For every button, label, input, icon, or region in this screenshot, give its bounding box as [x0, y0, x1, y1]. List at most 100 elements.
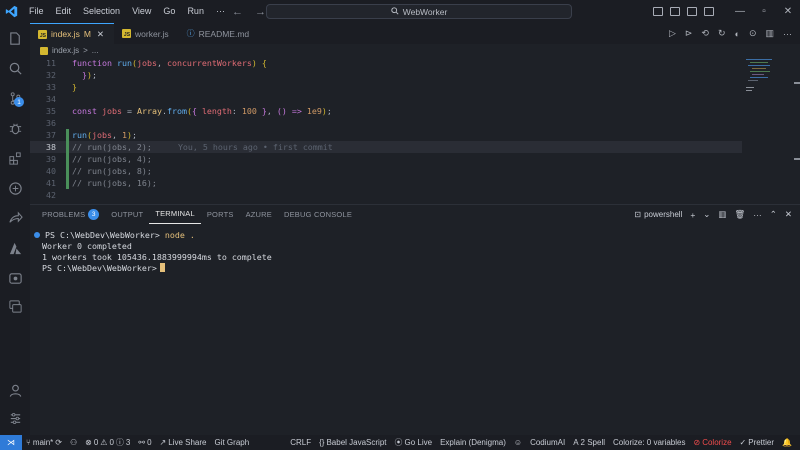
code-text: const jobs = Array.from({ length: 100 },… — [72, 106, 332, 116]
split-terminal-icon[interactable]: ▥ — [718, 209, 726, 220]
terminal-cursor — [159, 263, 165, 272]
tab-terminal[interactable]: TERMINAL — [149, 205, 201, 224]
problems-status[interactable]: ⊗ 0 ⚠ 0 ⓘ 3 — [81, 437, 134, 448]
toggle-panel-icon[interactable] — [670, 7, 680, 16]
go-back-icon[interactable]: ⟲ — [701, 28, 709, 39]
back-arrow-icon[interactable]: ← — [232, 6, 243, 18]
status-bar: ⋊ ⑂ main* ⟳ ⚇ ⊗ 0 ⚠ 0 ⓘ 3 ⚯ 0 ↗ Live Share Gi… — [0, 435, 800, 450]
new-terminal-icon[interactable]: + — [690, 210, 695, 220]
accounts-icon[interactable] — [5, 380, 25, 400]
tab-azure[interactable]: AZURE — [240, 205, 278, 224]
tab-ports[interactable]: PORTS — [201, 205, 240, 224]
azure-icon[interactable] — [5, 238, 25, 258]
maximize-panel-icon[interactable]: ⌃ — [770, 209, 777, 220]
notifications-bell-icon[interactable]: 🔔 — [778, 438, 800, 447]
search-view-icon[interactable] — [5, 58, 25, 78]
terminal-shell-selector[interactable]: ⊡ powershell — [634, 210, 682, 219]
chat-icon[interactable] — [5, 296, 25, 316]
error-icon: ⊗ — [85, 438, 92, 447]
customize-layout-icon[interactable] — [704, 7, 714, 16]
code-line: 36 — [30, 117, 742, 129]
tab-debug-console[interactable]: DEBUG CONSOLE — [278, 205, 358, 224]
go-live-status[interactable]: ⦿ Go Live — [391, 437, 437, 448]
close-panel-icon[interactable]: ✕ — [785, 209, 792, 220]
tab-label: worker.js — [135, 28, 169, 39]
split-editor-icon[interactable]: ▥ — [765, 28, 774, 39]
git-branch[interactable]: ⑂ main* ⟳ — [22, 438, 66, 447]
spell-status[interactable]: A2 Spell — [569, 438, 609, 447]
code-line: 32 }); — [30, 69, 742, 81]
code-text: // run(jobs, 16); — [72, 178, 157, 188]
code-text: run(jobs, 1); — [72, 130, 137, 140]
copilot-icon[interactable]: ☺ — [510, 438, 526, 447]
run-file-icon[interactable]: ▷ — [669, 28, 676, 39]
codium-icon[interactable] — [5, 268, 25, 288]
explorer-icon[interactable] — [5, 28, 25, 48]
menu-edit[interactable]: Edit — [50, 0, 78, 23]
tab-output[interactable]: OUTPUT — [105, 205, 149, 224]
close-window-button[interactable]: ✕ — [776, 0, 800, 23]
language-mode[interactable]: {} Babel JavaScript — [315, 438, 390, 447]
more-actions-icon[interactable]: ··· — [783, 29, 792, 39]
info-file-icon: ⓘ — [186, 29, 195, 38]
command-decoration-icon[interactable] — [34, 231, 40, 238]
manage-gear-icon[interactable] — [5, 408, 25, 428]
code-line: 34 — [30, 93, 742, 105]
panel-more-icon[interactable]: ··· — [753, 210, 762, 220]
close-tab-icon[interactable]: ✕ — [97, 29, 104, 40]
run-debug-icon[interactable] — [5, 118, 25, 138]
tab-problems[interactable]: PROBLEMS 3 — [36, 205, 105, 224]
code-text: // run(jobs, 8); — [72, 166, 152, 176]
run-debug-dropdown-icon[interactable]: ⊳ — [685, 28, 693, 39]
ports-status[interactable]: ⚯ 0 — [134, 438, 155, 447]
menu-view[interactable]: View — [126, 0, 157, 23]
tab-index-js[interactable]: JS index.js M ✕ — [30, 23, 115, 44]
toggle-primary-sidebar-icon[interactable] — [653, 7, 663, 16]
command-center-search[interactable]: WebWorker — [266, 4, 572, 19]
colorize-status[interactable]: ⊘ Colorize — [689, 438, 735, 447]
minimap[interactable] — [742, 57, 792, 204]
tab-readme-md[interactable]: ⓘ README.md — [179, 23, 260, 44]
live-share-status[interactable]: ↗ Live Share — [156, 438, 211, 447]
code-line: 35 const jobs = Array.from({ length: 100… — [30, 105, 742, 117]
modified-indicator: M — [83, 29, 91, 39]
breadcrumb: index.js > ... — [30, 44, 98, 57]
breadcrumb-file[interactable]: index.js — [52, 46, 79, 55]
toggle-secondary-sidebar-icon[interactable] — [687, 7, 697, 16]
breadcrumb-symbol[interactable]: ... — [92, 46, 99, 55]
terminal-output[interactable]: PS C:\WebDev\WebWorker> node . Worker 0 … — [30, 226, 800, 435]
eol-status[interactable]: CRLF — [286, 438, 315, 447]
tab-worker-js[interactable]: JS worker.js — [114, 23, 179, 44]
accounts-status-icon[interactable]: ⚇ — [66, 438, 81, 447]
timeline-icon[interactable]: ◐ — [735, 29, 740, 39]
nav-arrows: ← → — [232, 0, 266, 23]
open-changes-icon[interactable]: ↻ — [718, 28, 726, 39]
maximize-button[interactable]: ▫ — [752, 0, 776, 23]
menu-selection[interactable]: Selection — [77, 0, 126, 23]
colorize-variables-status[interactable]: Colorize: 0 variables — [609, 438, 689, 447]
vscode-window: File Edit Selection View Go Run ··· ← → … — [0, 0, 800, 450]
codium-status[interactable]: CodiumAI — [526, 438, 569, 447]
terminal-dropdown-icon[interactable]: ⌄ — [703, 209, 710, 220]
kill-terminal-trash-icon[interactable]: 🗑 — [734, 209, 745, 220]
sync-icon[interactable]: ⟳ — [55, 438, 62, 447]
menu-more[interactable]: ··· — [210, 0, 231, 23]
panel-tabs: PROBLEMS 3 OUTPUT TERMINAL PORTS AZURE D… — [30, 204, 800, 224]
problems-count-badge: 3 — [88, 208, 100, 220]
git-blame-annotation: You, 5 hours ago • first commit — [177, 142, 333, 152]
scroll-marker — [794, 82, 800, 84]
remote-explorer-icon[interactable] — [5, 178, 25, 198]
prettier-status[interactable]: ✓ Prettier — [736, 438, 779, 447]
live-share-icon[interactable] — [5, 208, 25, 228]
explain-status[interactable]: Explain (Denigma) — [436, 438, 510, 447]
menu-go[interactable]: Go — [157, 0, 181, 23]
git-graph-status[interactable]: Git Graph — [210, 438, 253, 447]
code-editor[interactable]: 11 function run(jobs, concurrentWorkers)… — [30, 57, 742, 204]
live-preview-icon[interactable]: ⊙ — [749, 28, 757, 39]
menu-run[interactable]: Run — [181, 0, 210, 23]
extensions-icon[interactable] — [5, 148, 25, 168]
remote-indicator-icon[interactable]: ⋊ — [0, 435, 22, 450]
minimize-button[interactable]: — — [728, 0, 752, 23]
forward-arrow-icon[interactable]: → — [255, 6, 266, 18]
menu-file[interactable]: File — [23, 0, 50, 23]
